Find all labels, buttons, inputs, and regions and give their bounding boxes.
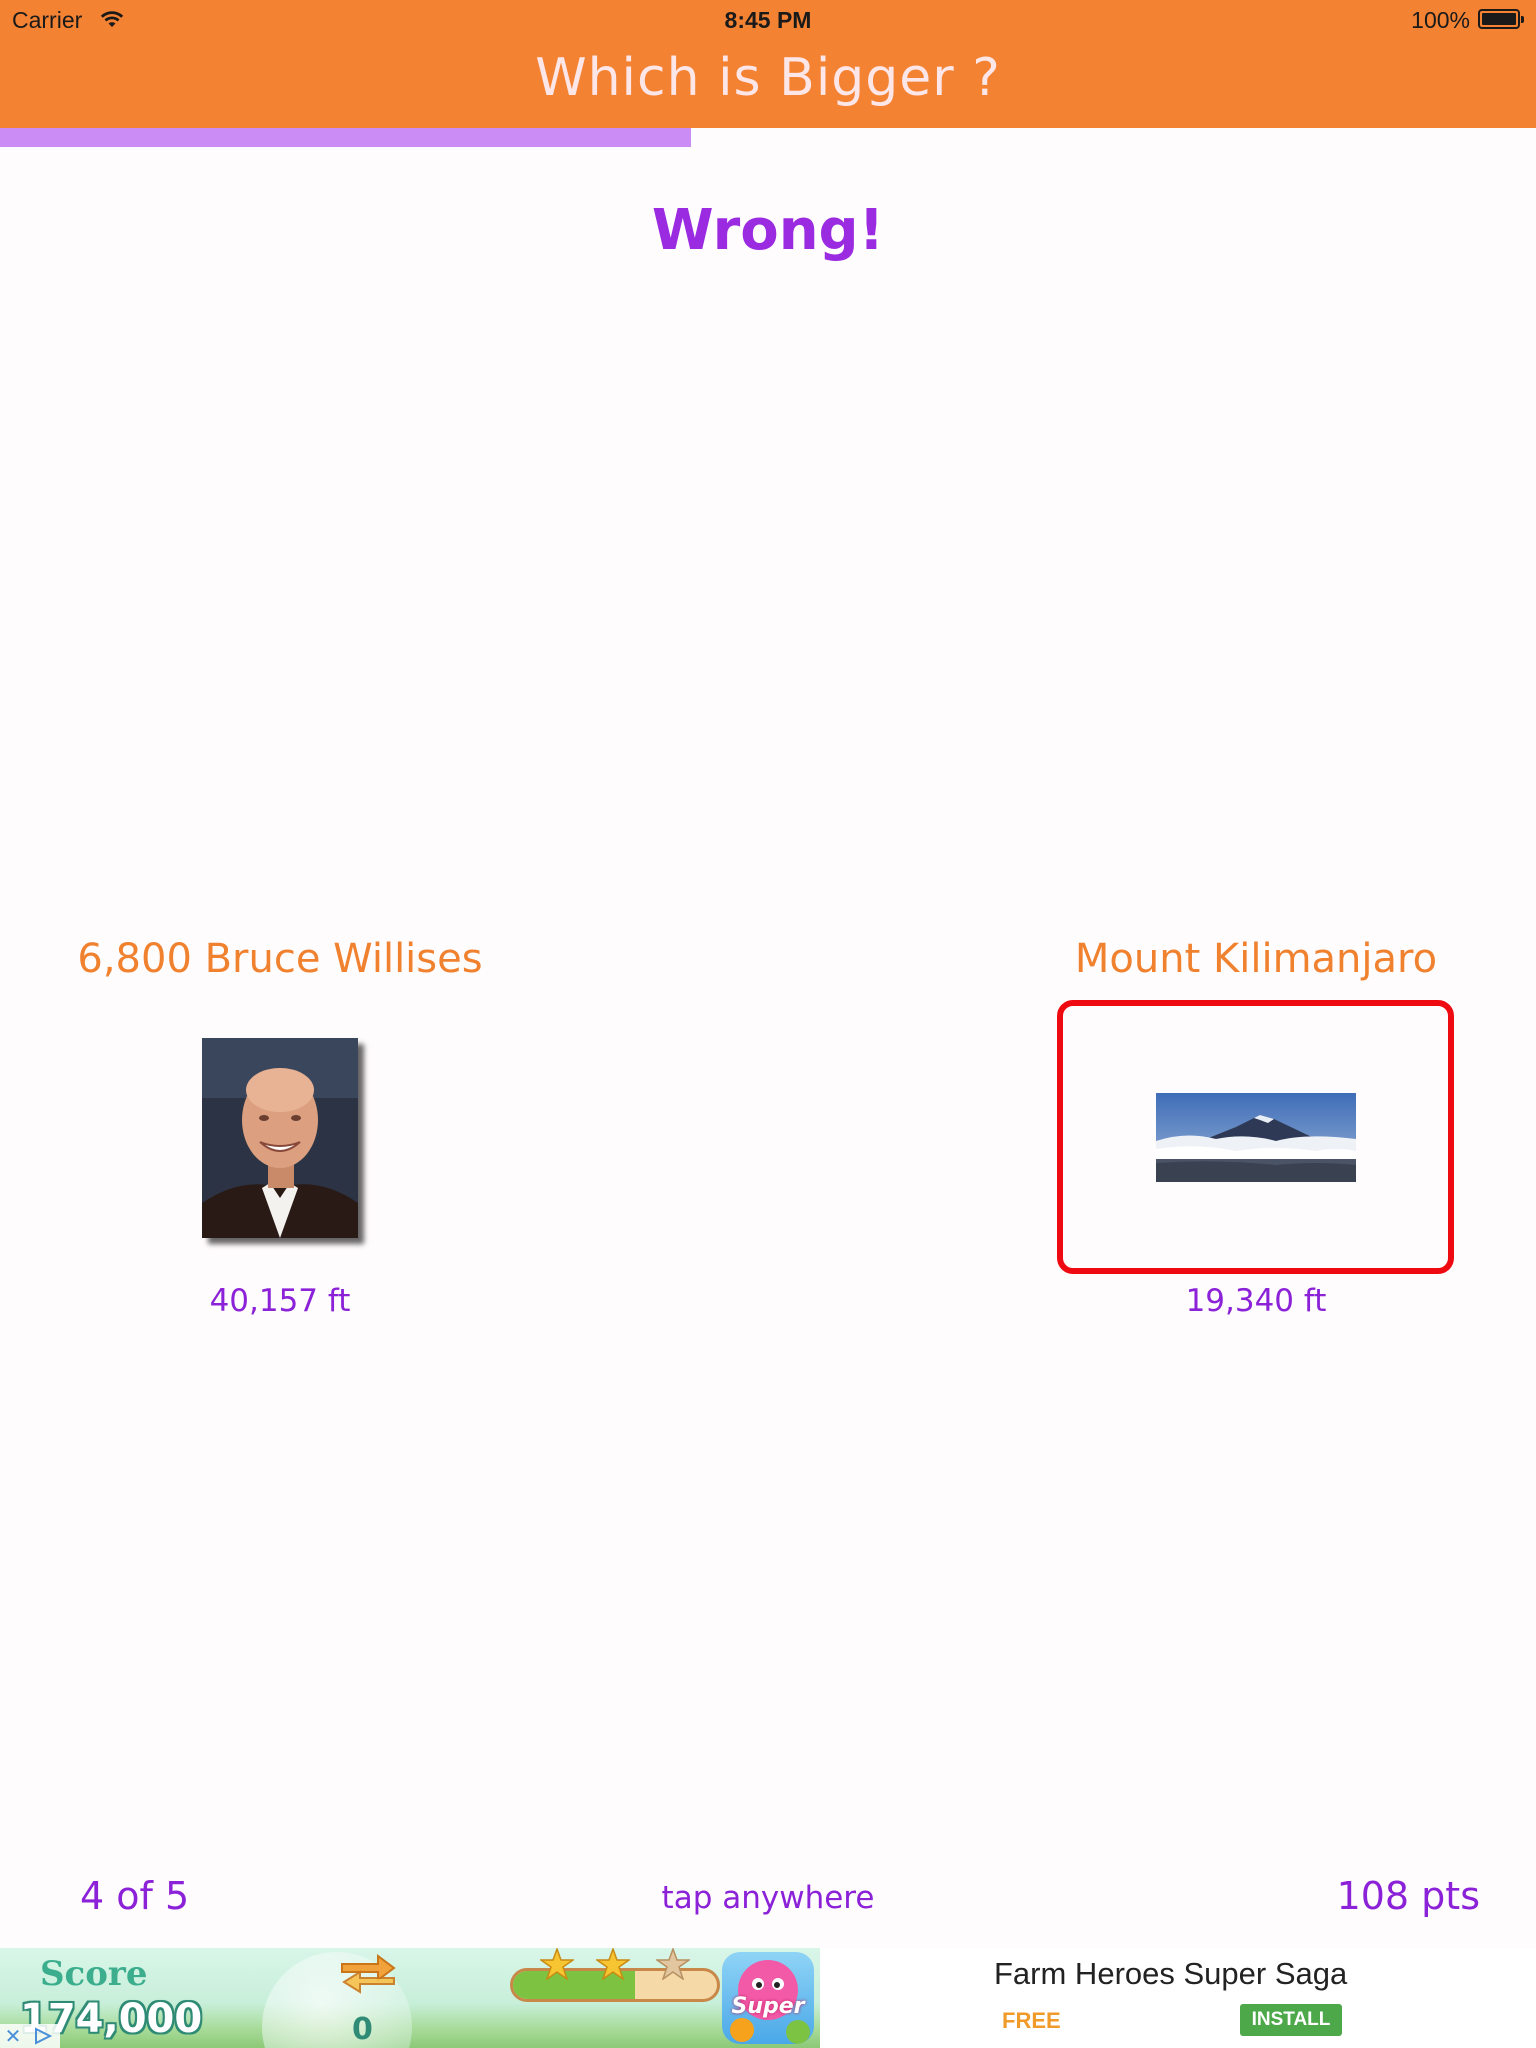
ad-counter-value: 0 bbox=[352, 2012, 373, 2047]
ad-install-button[interactable]: INSTALL bbox=[1240, 2004, 1342, 2036]
right-item-photo[interactable] bbox=[1156, 1093, 1356, 1182]
status-time: 8:45 PM bbox=[724, 7, 812, 33]
ad-score-label: Score bbox=[40, 1954, 148, 1994]
header-bar: Carrier 8:45 PM 100% Which is Bigger ? bbox=[0, 0, 1536, 128]
points-score: 108 pts bbox=[1336, 1874, 1480, 1918]
right-item-name: Mount Kilimanjaro bbox=[1074, 936, 1438, 982]
battery-icon bbox=[1478, 9, 1524, 29]
progress-fill bbox=[0, 128, 692, 147]
left-item-value: 40,157 ft bbox=[209, 1283, 351, 1319]
ad-app-icon[interactable]: Super bbox=[722, 1952, 814, 2044]
left-item-name: 6,800 Bruce Willises bbox=[77, 936, 483, 982]
ad-choices-icon[interactable] bbox=[26, 2024, 60, 2048]
battery-percentage: 100% bbox=[1411, 7, 1470, 33]
status-bar: Carrier 8:45 PM 100% bbox=[0, 0, 1536, 40]
left-item-photo[interactable] bbox=[202, 1038, 358, 1238]
star-icon bbox=[538, 1948, 576, 1984]
close-icon[interactable]: ✕ bbox=[0, 2024, 26, 2048]
result-message: Wrong! bbox=[651, 198, 885, 263]
star-icon bbox=[654, 1948, 692, 1984]
tap-anywhere-hint[interactable]: tap anywhere bbox=[0, 1880, 1536, 1916]
question-progress-bar bbox=[0, 128, 1536, 147]
ad-app-icon-text: Super bbox=[731, 1994, 805, 2019]
page-title: Which is Bigger ? bbox=[535, 48, 1001, 108]
swap-arrows-icon bbox=[336, 1950, 400, 2000]
ad-game-artwork: Score 174,000 0 Super bbox=[0, 1948, 820, 2048]
star-icon bbox=[594, 1948, 632, 1984]
right-item-value: 19,340 ft bbox=[1185, 1283, 1327, 1319]
ad-price: FREE bbox=[1002, 2008, 1061, 2033]
ad-title[interactable]: Farm Heroes Super Saga bbox=[994, 1956, 1347, 1992]
ad-banner[interactable]: Score 174,000 0 Super Farm Heroes Super … bbox=[0, 1948, 1536, 2048]
